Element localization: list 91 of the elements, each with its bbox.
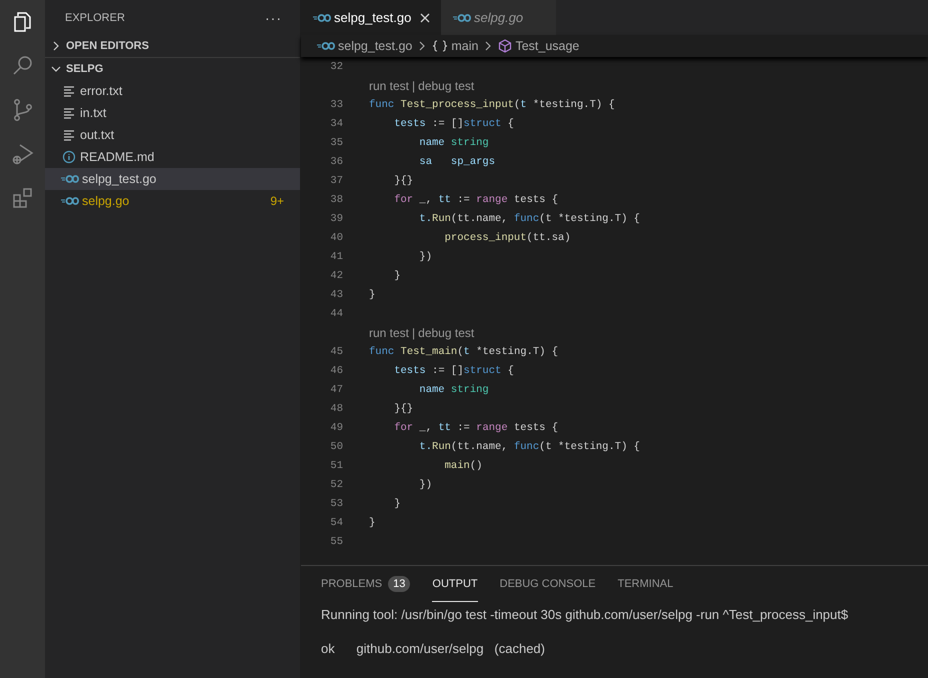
file-item[interactable]: in.txt (45, 102, 300, 124)
line-number: 49 (329, 422, 343, 434)
codelens-link[interactable]: run test (369, 326, 410, 340)
file-item[interactable]: out.txt (45, 124, 300, 146)
breadcrumb-item[interactable]: main (432, 39, 478, 53)
line-number: 38 (329, 194, 343, 206)
code-line: tests := []struct { (393, 364, 514, 376)
line-number: 43 (329, 288, 343, 300)
line-number: 47 (329, 384, 343, 396)
go-file-icon (61, 174, 79, 184)
info-icon (61, 150, 77, 164)
text-file-icon (61, 129, 77, 141)
code-line: } (369, 516, 376, 528)
code-line: }) (418, 478, 432, 490)
chevron-icon (418, 41, 426, 51)
codelens-link[interactable]: run test (369, 78, 410, 92)
braces-icon (432, 40, 448, 52)
line-number: 36 (329, 156, 343, 168)
close-icon[interactable] (420, 12, 430, 22)
file-item[interactable]: selpg_test.go (45, 168, 300, 190)
line-number: 39 (329, 212, 343, 224)
code-line: }{} (393, 174, 414, 186)
line-number: 52 (329, 478, 343, 490)
panel-tab[interactable]: TERMINAL (618, 566, 674, 602)
code-line: } (393, 498, 401, 510)
line-number: 37 (329, 174, 343, 186)
code-line: for _, tt := range tests { (393, 422, 558, 434)
go-file-icon (313, 12, 331, 22)
line-number: 44 (329, 308, 343, 320)
breadcrumb-item[interactable]: Test_usage (498, 39, 580, 53)
line-number: 32 (329, 60, 343, 72)
line-number: 40 (329, 232, 343, 244)
codelens-link[interactable]: debug test (418, 326, 474, 340)
breadcrumb-item[interactable]: selpg_test.go (317, 39, 412, 53)
code-line: }{} (393, 402, 414, 414)
chevron-icon (51, 64, 61, 74)
code-line: } (369, 288, 376, 300)
go-file-icon (61, 196, 79, 206)
sidebar-title: EXPLORER (65, 12, 125, 24)
code-line: t.Run(tt.name, func(t *testing.T) { (418, 212, 640, 224)
line-number: 41 (329, 250, 343, 262)
code-line: for _, tt := range tests { (393, 194, 558, 206)
panel-tab[interactable]: PROBLEMS 13 (321, 566, 410, 602)
panel-tab[interactable]: DEBUG CONSOLE (500, 566, 596, 602)
line-number: 46 (329, 364, 343, 376)
code-line: name string (418, 384, 489, 396)
run-debug-icon[interactable] (10, 142, 34, 166)
line-number: 48 (329, 402, 343, 414)
extensions-icon[interactable] (10, 186, 34, 210)
count-badge: 13 (388, 576, 410, 592)
section-header[interactable]: OPEN EDITORS (45, 35, 300, 57)
code-line: tests := []struct { (393, 118, 514, 130)
file-item[interactable]: README.md (45, 146, 300, 168)
line-number: 55 (329, 536, 343, 548)
cube-icon (498, 39, 512, 53)
text-file-icon (61, 107, 77, 119)
editor-tab[interactable]: selpg_test.go (301, 0, 441, 35)
line-number: 34 (329, 118, 343, 130)
go-file-icon (317, 41, 335, 51)
editor-tab[interactable]: selpg.go (441, 0, 556, 35)
chevron-icon (484, 41, 492, 51)
line-number: 50 (329, 440, 343, 452)
output-line: ok github.com/user/selpg (cached) (321, 641, 546, 656)
code-line: sa sp_args (418, 156, 496, 168)
output-line: Running tool: /usr/bin/go test -timeout 30s github.com/user/selpg -run ^Test_process_input$ (321, 607, 850, 622)
codelens-separator: | (412, 78, 416, 92)
text-file-icon (61, 85, 77, 97)
code-line: }) (418, 250, 432, 262)
line-number: 33 (329, 98, 343, 110)
code-line: func Test_main(t *testing.T) { (369, 346, 558, 358)
code-line: } (393, 270, 401, 282)
more-actions-button[interactable]: ··· (265, 10, 282, 26)
line-number: 54 (329, 516, 343, 528)
file-item[interactable]: error.txt (45, 80, 300, 102)
code-line: process_input(tt.sa) (444, 232, 571, 244)
line-number: 42 (329, 270, 343, 282)
line-number: 53 (329, 498, 343, 510)
code-line: func Test_process_input(t *testing.T) { (369, 98, 615, 110)
code-line: main() (444, 460, 482, 472)
line-number: 35 (329, 136, 343, 148)
chevron-icon (51, 41, 61, 51)
section-header[interactable]: SELPG (45, 57, 300, 80)
code-line: name string (418, 136, 489, 148)
file-item[interactable]: selpg.go 9+ (45, 190, 300, 212)
panel-tab[interactable]: OUTPUT (432, 566, 478, 602)
codelens-separator: | (412, 326, 416, 340)
code-line: t.Run(tt.name, func(t *testing.T) { (418, 440, 640, 452)
line-number: 45 (329, 346, 343, 358)
line-number: 51 (329, 460, 343, 472)
codelens-link[interactable]: debug test (418, 78, 474, 92)
go-file-icon (453, 12, 471, 22)
